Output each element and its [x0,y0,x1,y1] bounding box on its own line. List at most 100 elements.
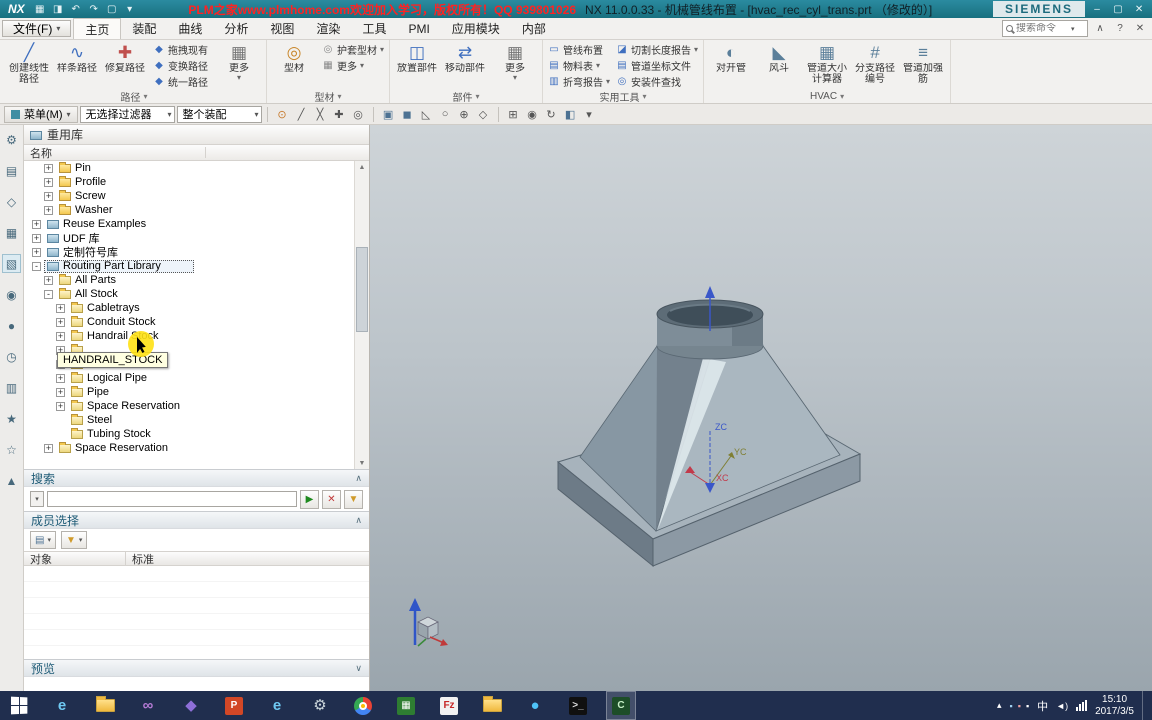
reuse-library-icon[interactable]: ▧ [2,254,21,273]
tree-item[interactable]: Tubing Stock [24,427,354,441]
expander-icon[interactable]: + [56,303,65,313]
expander-icon[interactable]: + [44,163,53,173]
menu-grid-icon[interactable]: ▦ [32,2,48,16]
orient-view-icon[interactable]: ◇ [474,106,493,123]
ribbon-small-button[interactable]: ◆ 变换路径 [151,57,213,73]
ribbon-small-button[interactable]: ◪ 切割长度报告 ▾ [614,41,700,57]
tree-item[interactable]: + All Parts [24,273,354,287]
expander-icon[interactable]: - [32,261,41,271]
volume-icon[interactable]: ◄) [1056,701,1068,711]
expander-icon[interactable]: + [56,387,65,397]
expander-icon[interactable]: + [44,205,53,215]
snap-intersection-icon[interactable]: ✚ [330,106,349,123]
ribbon-group-label[interactable]: 部件 ▾ [393,90,539,104]
tree-item[interactable]: + Washer [24,203,354,217]
redo-icon[interactable]: ↷ [86,2,102,16]
ribbon-group-label[interactable]: 型材 ▾ [270,90,386,104]
taskbar-settings-gears[interactable]: ⚙ [305,691,335,720]
tray-icon-1[interactable]: ▪ [1010,701,1013,711]
name-column-header[interactable]: 名称 [24,145,369,161]
tray-icon-3[interactable]: ▪ [1026,701,1029,711]
snap-center-icon[interactable]: ◎ [349,106,368,123]
ribbon-big-button[interactable]: ╱ 创建线性路径 [5,41,53,86]
scrollbar-thumb[interactable] [356,246,368,333]
ime-language-indicator[interactable]: 中 [1037,698,1048,714]
ribbon-small-button[interactable]: ◎ 安装件查找 [614,73,700,89]
more-commands-icon[interactable]: ▾ [122,2,138,16]
ribbon-tab[interactable]: 视图 [259,18,305,39]
expander-icon[interactable]: + [56,331,65,341]
object-column-header[interactable]: 对象 [24,552,126,566]
expander-icon[interactable]: + [44,443,53,453]
tree-item[interactable]: + UDF 库 [24,231,354,245]
tree-item[interactable]: + Screw [24,189,354,203]
expander-icon[interactable]: + [44,191,53,201]
expander-icon[interactable]: + [32,233,41,243]
command-search-input[interactable] [1016,23,1068,34]
ribbon-group-label[interactable]: 实用工具 ▾ [546,90,700,104]
tree-item[interactable]: + Profile [24,175,354,189]
switch-window-icon[interactable]: ▢ [104,2,120,16]
search-section-header[interactable]: 搜索 ∧ [24,469,369,487]
tree-item[interactable]: - All Stock [24,287,354,301]
expander-icon[interactable]: + [56,401,65,411]
ribbon-tab[interactable]: 主页 [73,18,122,39]
tree-item[interactable]: + Space Reservation [24,441,354,455]
select-edge-icon[interactable]: ◺ [417,106,436,123]
ribbon-small-button[interactable]: ▤ 物料表 ▾ [546,57,612,73]
snap-endpoint-icon[interactable]: ╱ [292,106,311,123]
constraint-navigator-icon[interactable]: ◇ [2,192,21,211]
taskbar-chrome[interactable] [348,691,378,720]
search-filter-button[interactable]: ▼ [344,489,363,509]
search-go-button[interactable]: ▶ [300,489,319,509]
tree-item[interactable]: + Conduit Stock [24,315,354,329]
fit-view-icon[interactable]: ⊞ [504,106,523,123]
history-icon[interactable]: ◷ [2,347,21,366]
tray-icon-2[interactable]: ▪ [1018,701,1021,711]
member-select-section-header[interactable]: 成员选择 ∧ [24,511,369,529]
ribbon-big-button[interactable]: ◣ 风斗 [755,41,803,86]
ribbon-big-button[interactable]: # 分支路径编号 [851,41,899,86]
tree-item[interactable]: + Logical Pipe [24,371,354,385]
gear-icon[interactable]: ⚙ [2,130,21,149]
menu-button[interactable]: 菜单(M) ▾ [4,105,78,123]
ribbon-big-button[interactable]: ≡ 管道加强筋 [899,41,947,86]
hd3d-tool-icon[interactable]: ◉ [2,285,21,304]
magnifier-icon[interactable]: ○ [436,106,455,123]
tray-expand-icon[interactable]: ▴ [997,700,1002,711]
command-finder[interactable]: ▾ [1002,20,1088,37]
expander-icon[interactable]: + [32,219,41,229]
ribbon-tab[interactable]: 应用模块 [441,18,511,39]
ribbon-small-button[interactable]: ▦ 更多 ▾ [320,57,386,73]
rotate-view-icon[interactable]: ↻ [542,106,561,123]
taskbar-file-explorer[interactable] [90,691,120,720]
clock[interactable]: 15:10 2017/3/5 [1095,694,1134,718]
expander-icon[interactable]: + [44,275,53,285]
more-view-icon[interactable]: ▾ [580,106,599,123]
ribbon-tab[interactable]: 渲染 [305,18,351,39]
taskbar-powerpoint[interactable]: P [219,691,249,720]
close-part-icon[interactable]: ✕ [1132,21,1148,37]
expander-icon[interactable]: - [44,289,53,299]
part-navigator-icon[interactable]: ▦ [2,223,21,242]
tree-scrollbar[interactable]: ▲ ▼ [354,161,369,469]
more-part-button[interactable]: ▦ 更多 ▾ [491,41,539,82]
ribbon-group-label[interactable]: 路径 ▾ [5,90,263,104]
system-scene-icon[interactable]: ▲ [2,471,21,490]
expander-icon[interactable]: + [32,247,41,257]
ribbon-big-button[interactable]: ✚ 修复路径 [101,41,149,86]
ribbon-tab[interactable]: 曲线 [167,18,213,39]
tree-item[interactable]: + Pin [24,161,354,175]
ribbon-big-button[interactable]: ◎ 型材 [270,41,318,86]
web-browser-icon[interactable]: ● [2,316,21,335]
ribbon-small-button[interactable]: ▥ 折弯报告 ▾ [546,73,612,89]
taskbar-app-purple[interactable]: ◆ [176,691,206,720]
select-body-icon[interactable]: ◼ [398,106,417,123]
taskbar-folder-2[interactable] [477,691,507,720]
ribbon-big-button[interactable]: ⇄ 移动部件 [441,41,489,86]
member-filter-button[interactable]: ▼ ▾ [60,531,88,549]
ribbon-tab[interactable]: 分析 [213,18,259,39]
more-path-button[interactable]: ▦ 更多 ▾ [215,41,263,82]
tree-item[interactable]: + Handrail Stock [24,329,354,343]
ribbon-tab[interactable]: PMI [397,18,440,39]
